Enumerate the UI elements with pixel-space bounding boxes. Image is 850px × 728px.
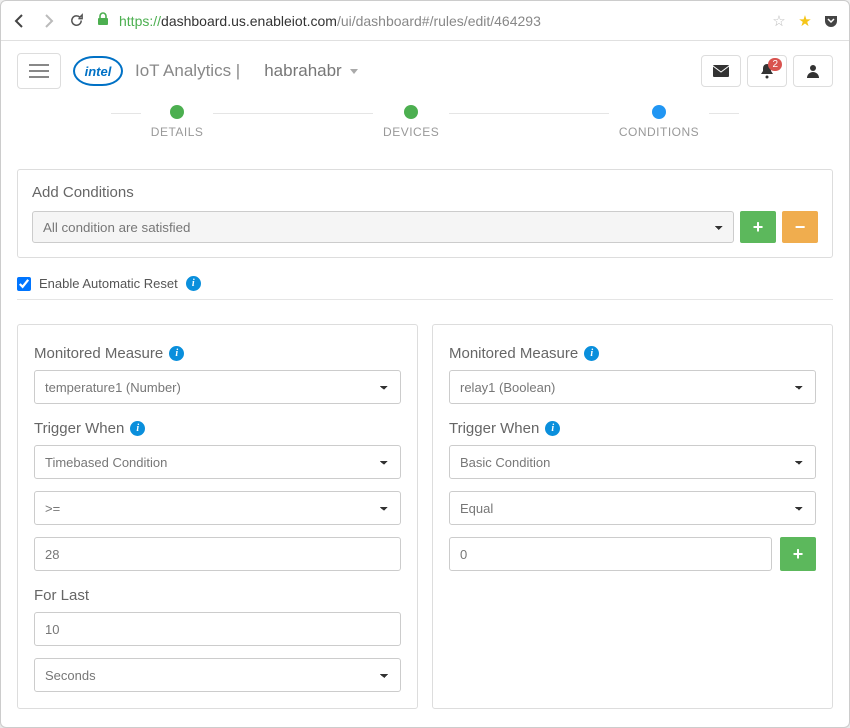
field-label: Trigger When i <box>34 420 401 437</box>
condition-card: Monitored Measure i relay1 (Boolean) Tri… <box>432 324 833 709</box>
account-switcher[interactable]: habrahabr <box>264 61 358 81</box>
reload-button[interactable] <box>65 10 87 32</box>
url-scheme: https:// <box>119 13 161 29</box>
remove-condition-button[interactable]: − <box>782 211 818 243</box>
auto-reset-label: Enable Automatic Reset <box>39 276 178 291</box>
monitored-measure-select[interactable]: relay1 (Boolean) <box>449 370 816 404</box>
step-conditions[interactable]: CONDITIONS <box>609 105 709 139</box>
divider <box>17 299 833 300</box>
info-icon[interactable]: i <box>186 276 201 291</box>
url-host: dashboard.us.enableiot.com <box>161 13 337 29</box>
field-label: Monitored Measure i <box>449 345 816 362</box>
chevron-down-icon <box>350 69 358 74</box>
intel-logo: intel <box>73 56 123 86</box>
step-dot-icon <box>652 105 666 119</box>
add-condition-button[interactable]: + <box>740 211 776 243</box>
info-icon[interactable]: i <box>130 421 145 436</box>
url-path: /ui/dashboard#/rules/edit/464293 <box>337 13 541 29</box>
bookmark-star-icon[interactable]: ☆ <box>769 11 789 31</box>
url-text[interactable]: https://dashboard.us.enableiot.com/ui/da… <box>115 13 763 29</box>
field-label: For Last <box>34 587 401 604</box>
operator-select[interactable]: >= <box>34 491 401 525</box>
add-conditions-panel: Add Conditions All condition are satisfi… <box>17 169 833 258</box>
account-name: habrahabr <box>264 61 342 81</box>
browser-urlbar: https://dashboard.us.enableiot.com/ui/da… <box>1 1 849 41</box>
step-dot-icon <box>404 105 418 119</box>
favorite-star-icon[interactable]: ★ <box>795 11 815 31</box>
browser-window: https://dashboard.us.enableiot.com/ui/da… <box>0 0 850 728</box>
threshold-input[interactable] <box>34 537 401 571</box>
menu-toggle[interactable] <box>17 53 61 89</box>
for-last-unit-select[interactable]: Seconds <box>34 658 401 692</box>
step-label: CONDITIONS <box>619 125 699 139</box>
auto-reset-checkbox[interactable] <box>17 277 31 291</box>
step-details[interactable]: DETAILS <box>141 105 214 139</box>
monitored-measure-select[interactable]: temperature1 (Number) <box>34 370 401 404</box>
step-label: DEVICES <box>383 125 439 139</box>
messages-button[interactable] <box>701 55 741 87</box>
back-button[interactable] <box>9 10 31 32</box>
field-label: Monitored Measure i <box>34 345 401 362</box>
app-header: intel IoT Analytics | habrahabr 2 <box>1 41 849 101</box>
wizard-stepper: DETAILS DEVICES CONDITIONS <box>1 101 849 155</box>
condition-mode-select[interactable]: All condition are satisfied <box>32 211 734 243</box>
profile-button[interactable] <box>793 55 833 87</box>
step-devices[interactable]: DEVICES <box>373 105 449 139</box>
auto-reset-row: Enable Automatic Reset i <box>17 276 833 291</box>
app-title: IoT Analytics | <box>135 61 240 81</box>
step-label: DETAILS <box>151 125 204 139</box>
panel-title: Add Conditions <box>32 184 818 201</box>
notifications-button[interactable]: 2 <box>747 55 787 87</box>
threshold-input[interactable] <box>449 537 772 571</box>
info-icon[interactable]: i <box>169 346 184 361</box>
condition-type-select[interactable]: Timebased Condition <box>34 445 401 479</box>
for-last-value-input[interactable] <box>34 612 401 646</box>
condition-type-select[interactable]: Basic Condition <box>449 445 816 479</box>
condition-card: Monitored Measure i temperature1 (Number… <box>17 324 418 709</box>
pocket-icon[interactable] <box>821 11 841 31</box>
field-label: Trigger When i <box>449 420 816 437</box>
step-dot-icon <box>170 105 184 119</box>
operator-select[interactable]: Equal <box>449 491 816 525</box>
lock-icon <box>97 12 109 29</box>
info-icon[interactable]: i <box>584 346 599 361</box>
add-value-button[interactable]: + <box>780 537 816 571</box>
info-icon[interactable]: i <box>545 421 560 436</box>
condition-cards: Monitored Measure i temperature1 (Number… <box>17 324 833 709</box>
forward-button[interactable] <box>37 10 59 32</box>
notification-badge: 2 <box>768 58 782 71</box>
